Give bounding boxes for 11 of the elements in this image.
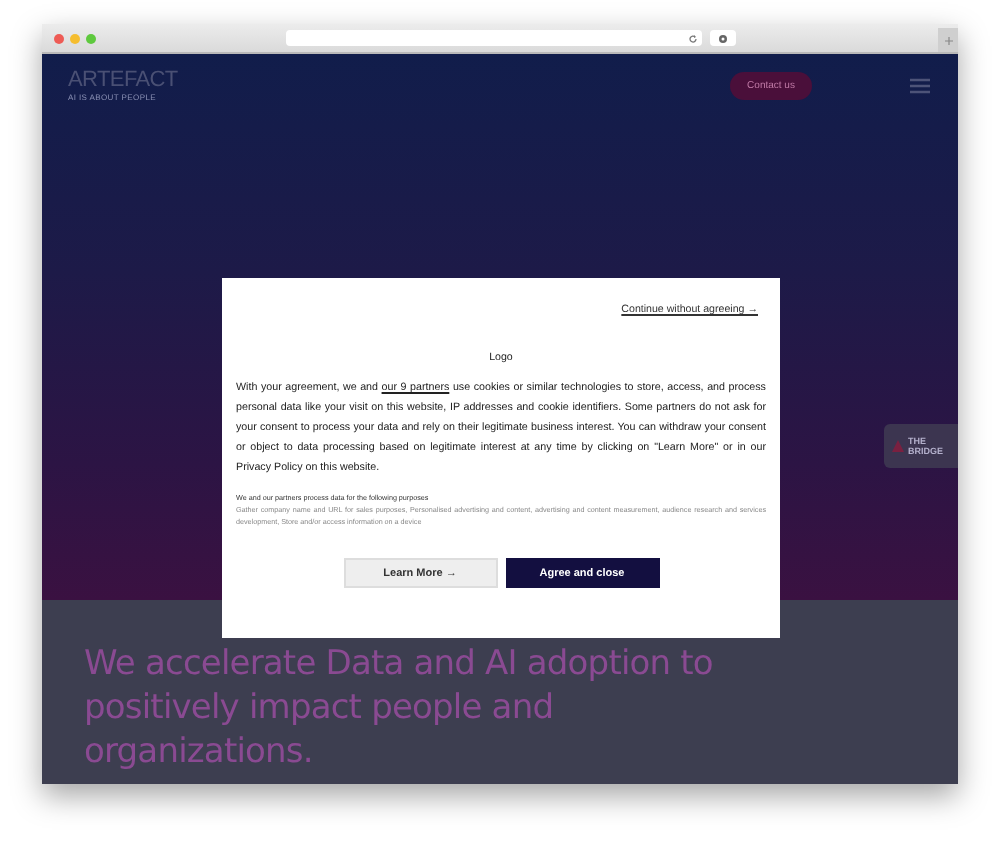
plus-icon [943,35,953,45]
new-tab-button[interactable] [938,28,958,52]
window-close-button[interactable] [54,33,64,43]
window-zoom-button[interactable] [86,33,96,43]
hero-headline: We accelerate Data and AI adoption to positively impact people and organizations. [84,642,715,774]
window-minimize-button[interactable] [70,33,80,43]
extension-button[interactable] [710,30,736,46]
address-field[interactable] [286,30,702,46]
menu-icon[interactable] [910,78,930,94]
reload-icon[interactable] [688,33,698,43]
triangle-icon [892,440,904,452]
